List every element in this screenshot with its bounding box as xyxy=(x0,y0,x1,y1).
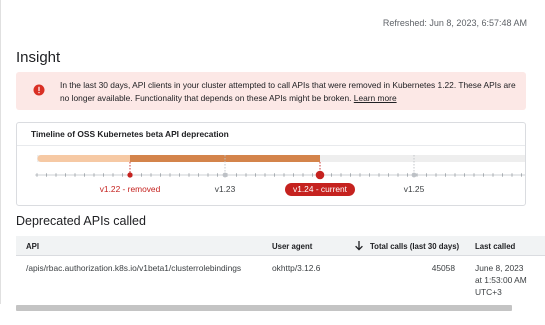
cell-last-called: June 8, 2023 at 1:53:00 AM UTC+3 xyxy=(475,262,527,298)
horizontal-scrollbar-thumb[interactable] xyxy=(16,305,512,311)
removed-marker xyxy=(127,172,133,178)
deprecation-alert: In the last 30 days, API clients in your… xyxy=(16,72,526,110)
last-called-time: at 1:53:00 AM xyxy=(475,275,527,285)
refreshed-timestamp: Refreshed: Jun 8, 2023, 6:57:48 AM xyxy=(382,18,527,28)
last-called-zone: UTC+3 xyxy=(475,287,502,297)
column-header-last-called[interactable]: Last called xyxy=(475,242,515,251)
alert-body: In the last 30 days, API clients in your… xyxy=(60,80,516,103)
table-row: /apis/rbac.authorization.k8s.io/v1beta1/… xyxy=(16,256,545,302)
v123-marker xyxy=(222,172,228,178)
alert-message: In the last 30 days, API clients in your… xyxy=(60,79,518,104)
insight-heading: Insight xyxy=(16,49,61,66)
deprecation-timeline-card: Timeline of OSS Kubernetes beta API depr… xyxy=(16,122,526,206)
learn-more-link[interactable]: Learn more xyxy=(354,93,397,103)
column-header-api[interactable]: API xyxy=(26,242,39,251)
error-icon xyxy=(33,84,45,96)
v123-label: v1.23 xyxy=(215,184,236,194)
last-called-date: June 8, 2023 xyxy=(475,263,524,273)
cell-api: /apis/rbac.authorization.k8s.io/v1beta1/… xyxy=(26,263,242,273)
timeline-title: Timeline of OSS Kubernetes beta API depr… xyxy=(31,129,229,139)
removed-label: v1.22 - removed xyxy=(100,184,161,194)
v125-marker xyxy=(411,172,417,178)
timeline-past-segment xyxy=(37,155,130,162)
arrow-down-icon[interactable] xyxy=(354,240,364,251)
cell-total-calls: 45058 xyxy=(431,263,455,273)
page-left-border xyxy=(0,0,1,325)
current-label: v1.24 - current xyxy=(293,184,348,194)
deprecation-timeline: v1.22 - removed v1.23 v1.24 - current v1… xyxy=(35,155,525,196)
cell-user-agent: okhttp/3.12.6 xyxy=(272,263,321,273)
column-header-total-calls[interactable]: Total calls (last 30 days) xyxy=(370,242,459,251)
current-marker xyxy=(315,170,325,180)
v125-label: v1.25 xyxy=(404,184,425,194)
deprecated-apis-heading: Deprecated APIs called xyxy=(16,214,146,228)
table-header: API User agent Total calls (last 30 days… xyxy=(16,236,545,256)
column-header-user-agent[interactable]: User agent xyxy=(272,242,312,251)
